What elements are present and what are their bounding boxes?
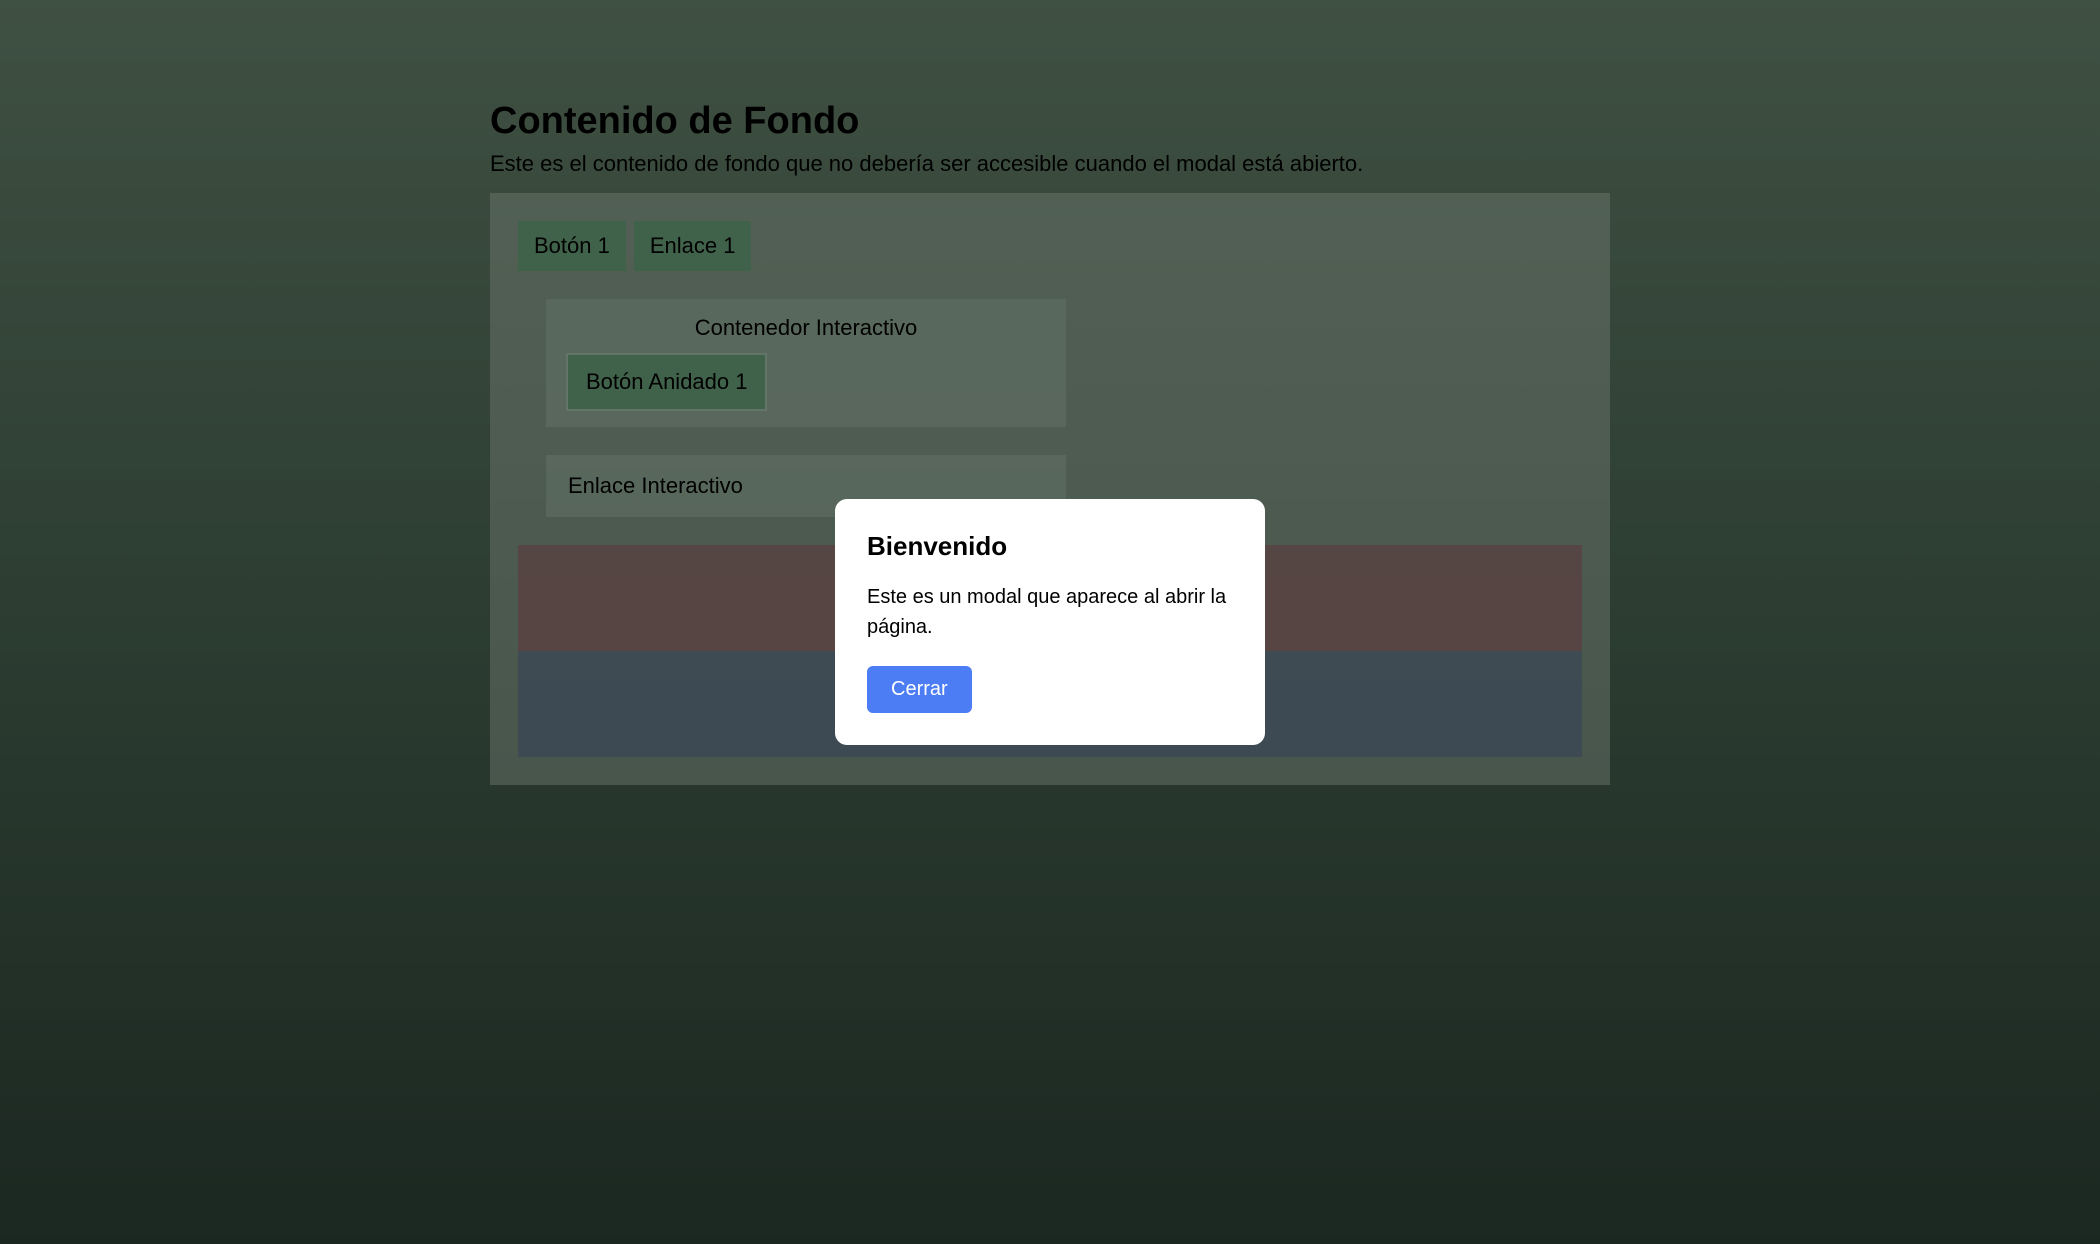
modal-title: Bienvenido [867, 531, 1233, 562]
modal-overlay[interactable]: Bienvenido Este es un modal que aparece … [0, 0, 2100, 1244]
modal-body: Este es un modal que aparece al abrir la… [867, 582, 1233, 642]
close-button[interactable]: Cerrar [867, 666, 972, 713]
welcome-modal: Bienvenido Este es un modal que aparece … [835, 499, 1265, 745]
